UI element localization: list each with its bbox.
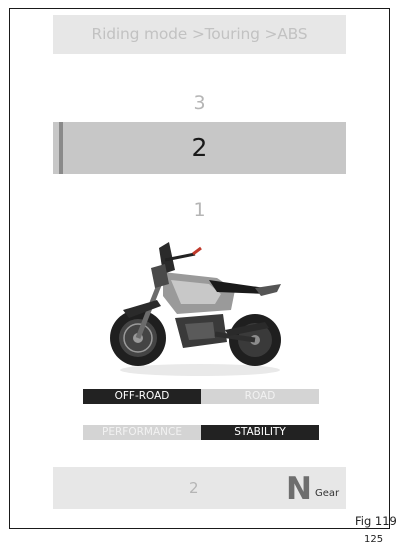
status-bar: 2 N Gear: [53, 467, 346, 509]
breadcrumb: Riding mode >Touring >ABS: [53, 15, 346, 54]
level-option-above[interactable]: 3: [53, 88, 346, 118]
road-option[interactable]: ROAD: [201, 389, 319, 404]
stability-option[interactable]: STABILITY: [201, 425, 319, 440]
level-option-selected[interactable]: 2: [53, 122, 346, 174]
off-road-option[interactable]: OFF-ROAD: [83, 389, 201, 404]
figure-caption: Fig 119: [355, 514, 397, 528]
level-option-below[interactable]: 1: [53, 195, 346, 225]
page-number: 125: [364, 534, 384, 545]
gear-indicator: N: [286, 471, 312, 507]
current-level-readout: 2: [189, 479, 199, 497]
performance-option[interactable]: PERFORMANCE: [83, 425, 201, 440]
terrain-toggle[interactable]: OFF-ROAD ROAD: [83, 389, 319, 404]
motorcycle-image: [110, 242, 281, 376]
selection-marker: [59, 122, 63, 174]
dashboard-screen: Riding mode >Touring >ABS 3 2 1 OFF-ROAD…: [53, 15, 346, 509]
behavior-toggle[interactable]: PERFORMANCE STABILITY: [83, 425, 319, 440]
gear-label: Gear: [315, 488, 340, 499]
